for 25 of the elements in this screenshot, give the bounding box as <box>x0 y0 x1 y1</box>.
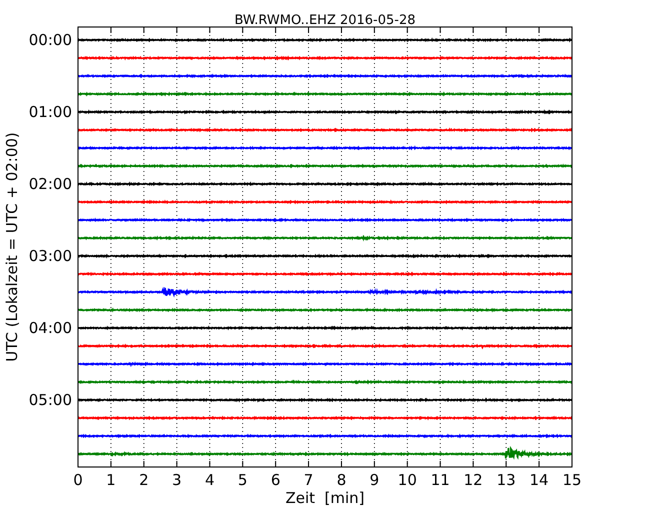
tick-label: 12 <box>464 471 483 489</box>
tick-label: 9 <box>370 471 380 489</box>
tick-label: 15 <box>562 471 582 489</box>
tick-label: 00:00 <box>28 31 72 49</box>
tick-label: 05:00 <box>28 391 72 409</box>
tick-label: 6 <box>270 471 280 489</box>
axis-label: UTC (Lokalzeit = UTC + 02:00) <box>3 132 21 362</box>
tick-label: 10 <box>398 471 417 489</box>
tick-label: 02:00 <box>28 175 72 193</box>
tick-label: 7 <box>304 471 314 489</box>
tick-label: 4 <box>204 471 214 489</box>
axis-label: Zeit [min] <box>285 489 365 507</box>
tick-label: 1 <box>106 471 116 489</box>
tick-label: 2 <box>139 471 149 489</box>
tick-label: 5 <box>238 471 248 489</box>
tick-label: 04:00 <box>28 319 72 337</box>
chart-title: BW.RWMO..EHZ 2016-05-28 <box>234 13 416 28</box>
tick-label: 0 <box>73 471 83 489</box>
tick-label: 14 <box>530 471 549 489</box>
tick-label: 11 <box>430 471 450 489</box>
tick-label: 8 <box>336 471 346 489</box>
tick-label: 03:00 <box>28 247 72 265</box>
tick-label: 13 <box>496 471 516 489</box>
tick-label: 01:00 <box>28 103 72 121</box>
tick-label: 3 <box>172 471 182 489</box>
